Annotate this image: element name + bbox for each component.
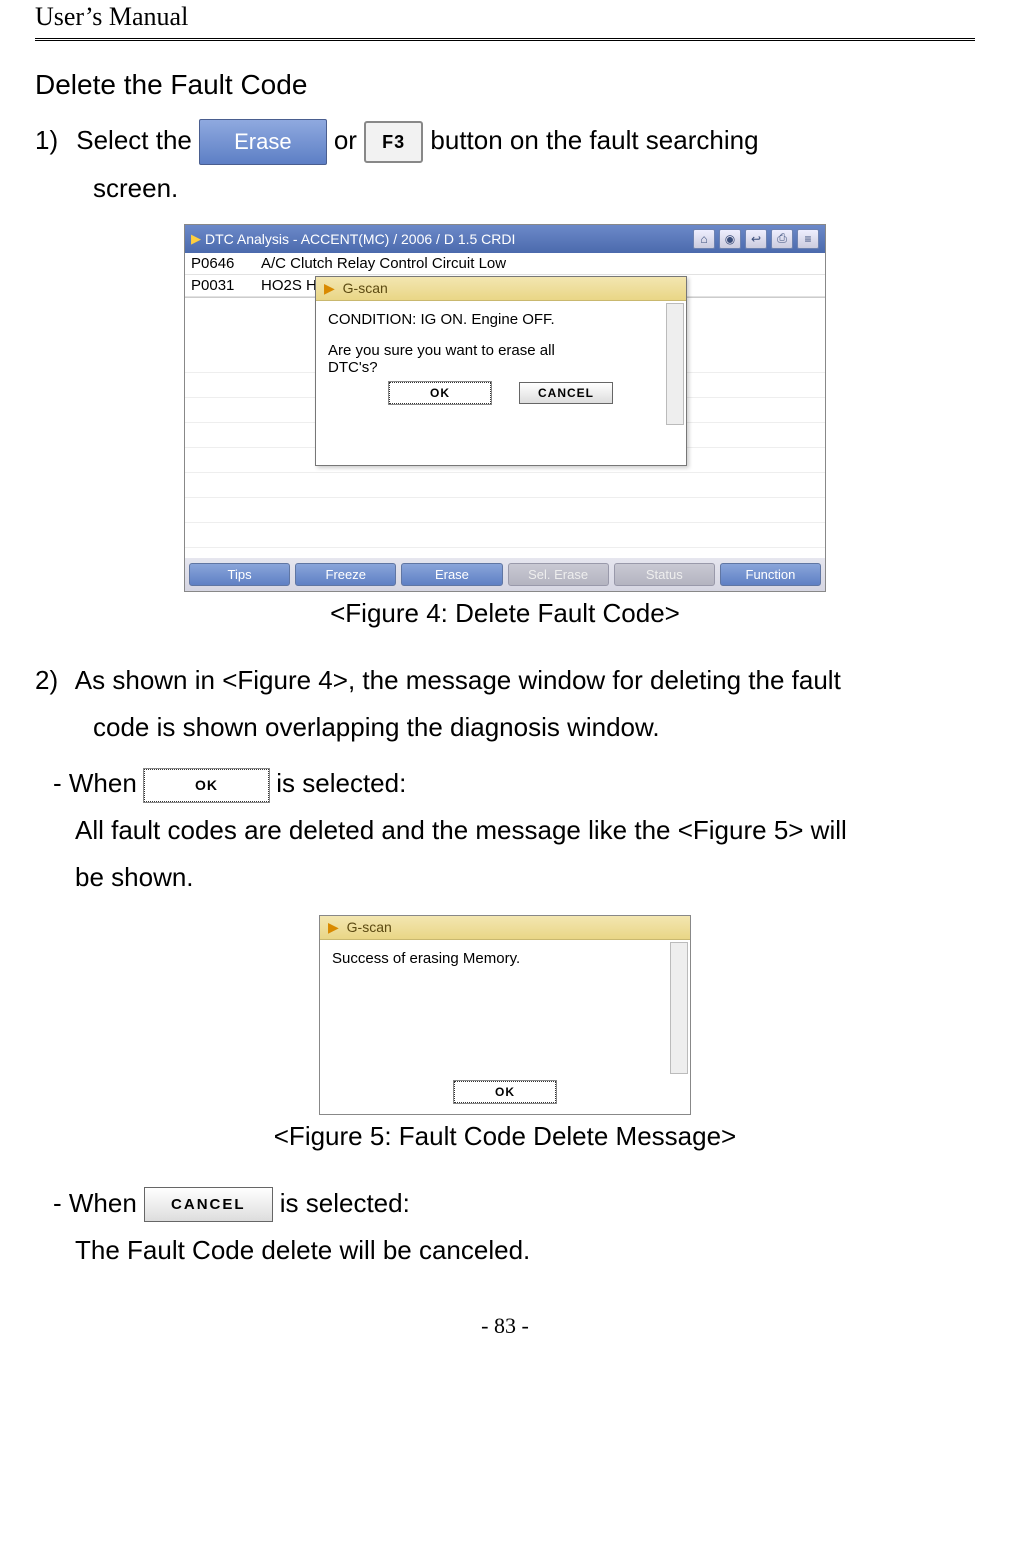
arrow-icon: ▶: [191, 231, 201, 247]
step-1-line2: screen.: [93, 165, 975, 212]
ok-button[interactable]: OK: [454, 1081, 556, 1103]
step-2-num: 2): [35, 657, 69, 704]
figure-4: ▶ DTC Analysis - ACCENT(MC) / 2006 / D 1…: [184, 224, 826, 592]
step-1: 1) Select the Erase or F3 button on the …: [35, 117, 975, 212]
figure-4-caption: <Figure 4: Delete Fault Code>: [35, 598, 975, 629]
dialog-titlebar: ▶ G-scan: [316, 277, 686, 301]
dialog-body: Success of erasing Memory. OK: [320, 940, 690, 1114]
tips-button[interactable]: Tips: [189, 563, 290, 586]
erase-footer-button[interactable]: Erase: [401, 563, 502, 586]
dialog-title: G-scan: [347, 919, 392, 935]
step-2-text-a: As shown in <Figure 4>, the message wind…: [75, 665, 841, 695]
dialog-text: Are you sure you want to erase all: [328, 342, 674, 359]
fig4-titlebar: ▶ DTC Analysis - ACCENT(MC) / 2006 / D 1…: [185, 225, 825, 253]
fig4-title: DTC Analysis - ACCENT(MC) / 2006 / D 1.5…: [205, 231, 693, 247]
scrollbar[interactable]: [670, 942, 688, 1074]
when-ok-pre: - When: [53, 768, 144, 798]
status-button: Status: [614, 563, 715, 586]
cancel-button[interactable]: CANCEL: [519, 382, 613, 404]
dtc-code: P0646: [191, 255, 261, 272]
dialog-text: CONDITION: IG ON. Engine OFF.: [328, 311, 674, 328]
when-cancel-line2: The Fault Code delete will be canceled.: [75, 1227, 975, 1274]
step-2-text-b: code is shown overlapping the diagnosis …: [93, 704, 975, 751]
erase-button[interactable]: Erase: [199, 119, 326, 165]
dialog-text: DTC's?: [328, 359, 674, 376]
table-row: P0646 A/C Clutch Relay Control Circuit L…: [185, 253, 825, 275]
back-icon[interactable]: ↩: [745, 229, 767, 249]
menu-icon[interactable]: ≡: [797, 229, 819, 249]
page-number: - 83 -: [35, 1313, 975, 1339]
print-icon[interactable]: ⎙: [771, 229, 793, 249]
function-button[interactable]: Function: [720, 563, 821, 586]
when-ok: - When OK is selected:: [53, 760, 975, 807]
dialog-text: Success of erasing Memory.: [332, 950, 678, 967]
when-ok-line2a: All fault codes are deleted and the mess…: [75, 807, 975, 854]
step-1-text-a: Select the: [76, 125, 199, 155]
freeze-button[interactable]: Freeze: [295, 563, 396, 586]
figure-5: ▶ G-scan Success of erasing Memory. OK: [319, 915, 691, 1115]
step-1-text-c: button on the fault searching: [430, 125, 758, 155]
dialog-title: G-scan: [343, 280, 388, 296]
sel-erase-button: Sel. Erase: [508, 563, 609, 586]
step-1-num: 1): [35, 117, 69, 164]
arrow-icon: ▶: [324, 280, 335, 296]
fig4-dialog: ▶ G-scan CONDITION: IG ON. Engine OFF. A…: [315, 276, 687, 466]
cancel-button-inline[interactable]: CANCEL: [144, 1187, 273, 1222]
figure-5-caption: <Figure 5: Fault Code Delete Message>: [35, 1121, 975, 1152]
fig4-body: ▶ G-scan CONDITION: IG ON. Engine OFF. A…: [185, 297, 825, 558]
when-cancel-post: is selected:: [280, 1188, 410, 1218]
section-title: Delete the Fault Code: [35, 69, 975, 101]
when-cancel: - When CANCEL is selected:: [53, 1180, 975, 1227]
camera-icon[interactable]: ◉: [719, 229, 741, 249]
dtc-desc: A/C Clutch Relay Control Circuit Low: [261, 255, 819, 272]
home-icon[interactable]: ⌂: [693, 229, 715, 249]
fig4-footer: Tips Freeze Erase Sel. Erase Status Func…: [185, 558, 825, 591]
when-ok-line2b: be shown.: [75, 854, 975, 901]
dtc-code: P0031: [191, 277, 261, 294]
when-ok-post: is selected:: [276, 768, 406, 798]
f3-button[interactable]: F3: [364, 121, 423, 163]
ok-button-inline[interactable]: OK: [144, 769, 269, 802]
page-header: User’s Manual: [35, 0, 975, 41]
dialog-titlebar: ▶ G-scan: [320, 916, 690, 940]
arrow-icon: ▶: [328, 919, 339, 935]
step-2: 2) As shown in <Figure 4>, the message w…: [35, 657, 975, 751]
scrollbar[interactable]: [666, 303, 684, 425]
dialog-body: CONDITION: IG ON. Engine OFF. Are you su…: [316, 301, 686, 465]
step-1-text-b: or: [334, 125, 364, 155]
ok-button[interactable]: OK: [389, 382, 491, 404]
when-cancel-pre: - When: [53, 1188, 144, 1218]
